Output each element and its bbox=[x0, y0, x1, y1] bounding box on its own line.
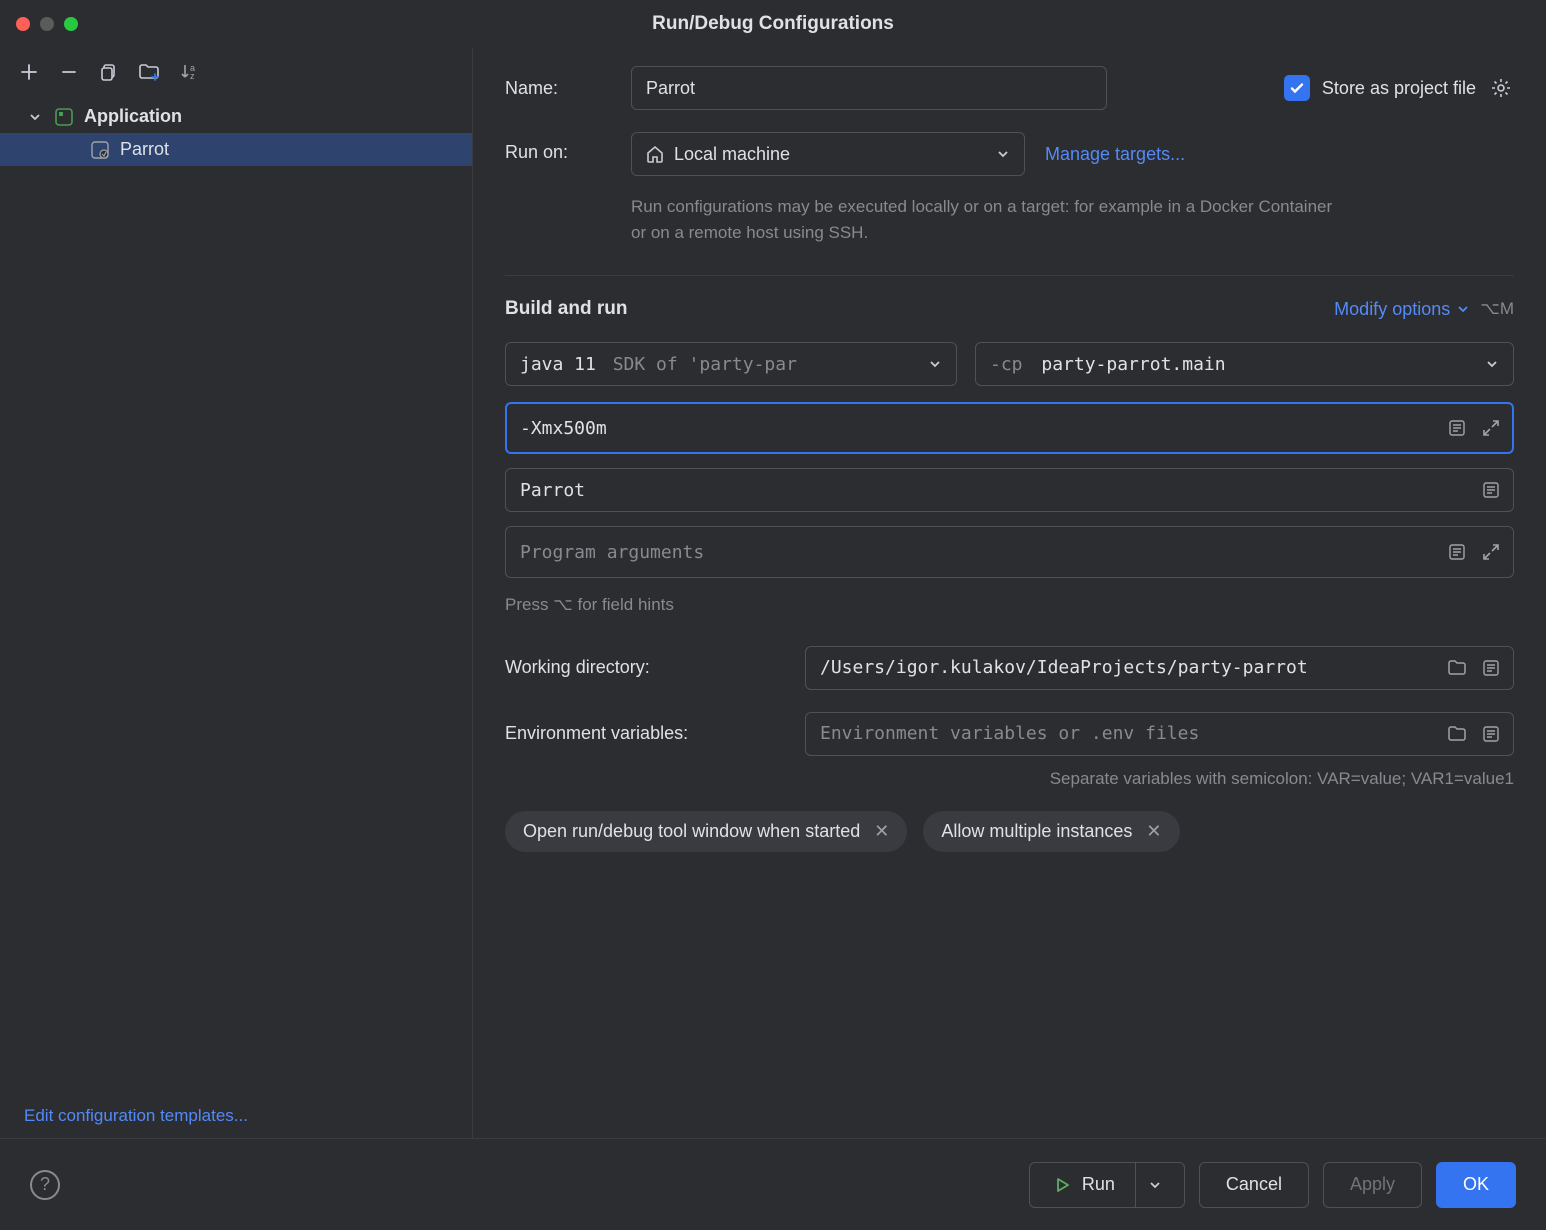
vm-options-input[interactable] bbox=[505, 402, 1514, 454]
help-button[interactable]: ? bbox=[30, 1170, 60, 1200]
list-icon[interactable] bbox=[1478, 655, 1504, 681]
dialog-footer: ? Run Cancel Apply OK bbox=[0, 1138, 1546, 1230]
copy-icon[interactable] bbox=[98, 61, 120, 83]
content-panel: Name: Store as project file Run on: bbox=[473, 48, 1546, 1138]
chip-open-tool-window[interactable]: Open run/debug tool window when started … bbox=[505, 811, 907, 852]
env-label: Environment variables: bbox=[505, 723, 785, 744]
chip-allow-multiple[interactable]: Allow multiple instances ✕ bbox=[923, 811, 1179, 852]
manage-targets-link[interactable]: Manage targets... bbox=[1045, 144, 1185, 165]
field-hints-text: Press ⌥ for field hints bbox=[505, 592, 1514, 618]
folder-add-icon[interactable] bbox=[138, 61, 160, 83]
expand-icon[interactable] bbox=[1478, 415, 1504, 441]
modify-options-link[interactable]: Modify options bbox=[1334, 299, 1470, 320]
svg-text:z: z bbox=[190, 71, 195, 81]
add-icon[interactable] bbox=[18, 61, 40, 83]
list-icon[interactable] bbox=[1444, 415, 1470, 441]
classpath-select[interactable]: -cp party-parrot.main bbox=[975, 342, 1514, 386]
store-project-file-label: Store as project file bbox=[1322, 78, 1476, 99]
folder-icon[interactable] bbox=[1444, 721, 1470, 747]
run-button[interactable]: Run bbox=[1029, 1162, 1185, 1208]
chevron-down-icon bbox=[1485, 357, 1499, 371]
jdk-select[interactable]: java 11 SDK of 'party-par bbox=[505, 342, 957, 386]
application-type-icon bbox=[54, 107, 74, 127]
remove-icon[interactable] bbox=[58, 61, 80, 83]
chevron-down-icon bbox=[928, 357, 942, 371]
run-on-value: Local machine bbox=[674, 144, 790, 165]
ok-button[interactable]: OK bbox=[1436, 1162, 1516, 1208]
sort-icon[interactable]: az bbox=[178, 61, 200, 83]
apply-button[interactable]: Apply bbox=[1323, 1162, 1422, 1208]
env-hint: Separate variables with semicolon: VAR=v… bbox=[505, 766, 1514, 792]
sidebar-toolbar: az bbox=[0, 48, 472, 96]
window-title: Run/Debug Configurations bbox=[652, 13, 894, 35]
cancel-button[interactable]: Cancel bbox=[1199, 1162, 1309, 1208]
tree-group-application[interactable]: Application bbox=[0, 100, 472, 133]
expand-icon[interactable] bbox=[1478, 539, 1504, 565]
tree-item-label: Parrot bbox=[120, 139, 169, 160]
run-config-icon bbox=[90, 140, 110, 160]
home-icon bbox=[646, 145, 664, 163]
name-input[interactable] bbox=[631, 66, 1107, 110]
close-icon[interactable]: ✕ bbox=[874, 821, 889, 842]
run-on-select[interactable]: Local machine bbox=[631, 132, 1025, 176]
main-class-input[interactable] bbox=[505, 468, 1514, 512]
chevron-down-icon bbox=[996, 147, 1010, 161]
list-icon[interactable] bbox=[1444, 539, 1470, 565]
titlebar: Run/Debug Configurations bbox=[0, 0, 1546, 48]
list-icon[interactable] bbox=[1478, 721, 1504, 747]
chevron-down-icon bbox=[28, 110, 44, 124]
run-split-chevron[interactable] bbox=[1135, 1163, 1174, 1207]
edit-templates-link[interactable]: Edit configuration templates... bbox=[24, 1106, 248, 1125]
folder-icon[interactable] bbox=[1444, 655, 1470, 681]
name-label: Name: bbox=[505, 78, 611, 99]
program-arguments-input[interactable] bbox=[505, 526, 1514, 578]
window-controls bbox=[16, 17, 78, 31]
workdir-input[interactable] bbox=[805, 646, 1514, 690]
play-icon bbox=[1054, 1177, 1070, 1193]
minimize-window-button[interactable] bbox=[40, 17, 54, 31]
config-tree: Application Parrot bbox=[0, 96, 472, 170]
zoom-window-button[interactable] bbox=[64, 17, 78, 31]
modify-options-shortcut: ⌥M bbox=[1480, 299, 1514, 319]
build-run-title: Build and run bbox=[505, 298, 627, 320]
close-window-button[interactable] bbox=[16, 17, 30, 31]
list-icon[interactable] bbox=[1478, 477, 1504, 503]
run-on-label: Run on: bbox=[505, 132, 611, 163]
sidebar: az Application Parrot Edit configura bbox=[0, 48, 473, 1138]
store-project-file-checkbox[interactable] bbox=[1284, 75, 1310, 101]
tree-item-parrot[interactable]: Parrot bbox=[0, 133, 472, 166]
workdir-label: Working directory: bbox=[505, 657, 785, 678]
run-on-hint: Run configurations may be executed local… bbox=[631, 194, 1351, 245]
gear-icon[interactable] bbox=[1488, 75, 1514, 101]
tree-group-label: Application bbox=[84, 106, 182, 127]
env-input[interactable] bbox=[805, 712, 1514, 756]
close-icon[interactable]: ✕ bbox=[1146, 821, 1161, 842]
